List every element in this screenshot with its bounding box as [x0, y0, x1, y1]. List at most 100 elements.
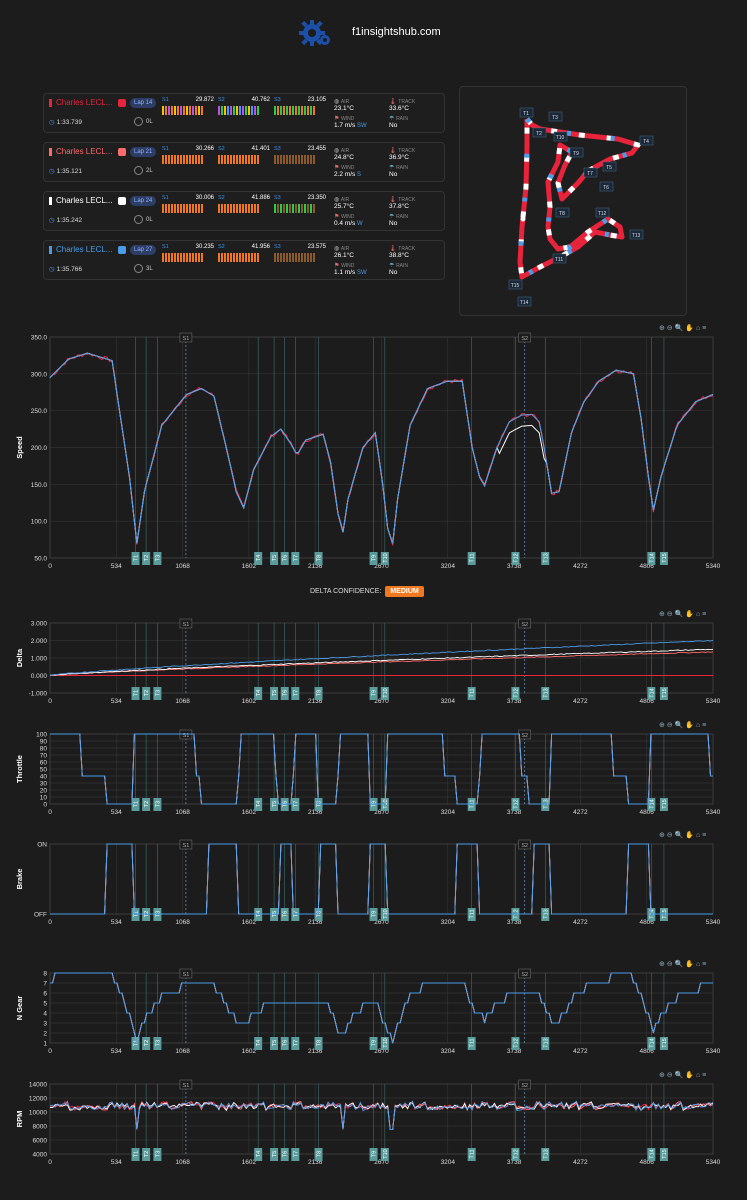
chart-toolbar[interactable]: ⊕ ⊖ 🔍 ✋ ⌂ ≡	[659, 323, 706, 332]
x-tick-label: 3204	[441, 563, 456, 570]
sector-label: S2	[521, 622, 528, 628]
corner-badge-label: T7	[293, 690, 299, 696]
x-tick-label: 4806	[639, 919, 654, 926]
chart-panel-throttle: 0102030405060708090100 0 534 1068 1602 2136 26…	[15, 720, 721, 816]
corner-badge	[153, 1148, 162, 1161]
delta-confidence-label: DELTA CONFIDENCE:	[310, 588, 382, 595]
corner-badge	[314, 1148, 323, 1161]
x-tick-label: 534	[111, 919, 122, 926]
corner-badge	[280, 1037, 289, 1050]
lap-card[interactable]: Charles LECL... Lap 14 ◷ 1:33.739 0L S1 2…	[43, 93, 445, 133]
corner-badge-label: T7	[293, 1151, 299, 1157]
corner-badge	[314, 552, 323, 565]
corner-badge	[467, 687, 476, 700]
chart-toolbar[interactable]: ⊕ ⊖ 🔍 ✋ ⌂ ≡	[659, 830, 706, 839]
y-tick-label: 60	[40, 760, 48, 767]
corner-badge	[380, 908, 389, 921]
lap-time: ◷ 1:35.766	[49, 266, 82, 273]
x-tick-label: 534	[111, 1048, 122, 1055]
corner-badge-label: T10	[383, 1149, 389, 1158]
x-tick-label: 534	[111, 563, 122, 570]
corner-badge	[291, 1148, 300, 1161]
corner-badge	[541, 552, 550, 565]
x-tick-label: 4272	[573, 698, 588, 705]
y-tick-label: 6	[43, 991, 47, 998]
corner-badge-label: T5	[272, 1151, 278, 1157]
chart-toolbar[interactable]: ⊕ ⊖ 🔍 ✋ ⌂ ≡	[659, 1070, 706, 1079]
x-tick-label: 5340	[706, 1159, 721, 1166]
x-tick-label: 4272	[573, 563, 588, 570]
y-tick-label: 3.000	[31, 621, 48, 628]
y-tick-label: 8	[43, 971, 47, 978]
chart-toolbar[interactable]: ⊕ ⊖ 🔍 ✋ ⌂ ≡	[659, 720, 706, 729]
lap-card[interactable]: Charles LECL... Lap 24 ◷ 1:35.242 0L S1 3…	[43, 191, 445, 231]
corner-badge-label: T12	[513, 688, 519, 697]
x-tick-label: 3738	[507, 563, 522, 570]
lap-badge[interactable]: Lap 21	[130, 147, 157, 157]
lap-badge[interactable]: Lap 27	[130, 245, 157, 255]
corner-badge	[511, 798, 520, 811]
corner-badge-label: T15	[662, 909, 668, 918]
weather-panel: ◍ AIR 26.1°C 🌡 TRACK 38.8°C ⚑ WIND 1.1 m/s …	[334, 246, 416, 276]
y-tick-label: 1	[43, 1041, 47, 1048]
sector-badge	[179, 332, 193, 343]
corner-badge-label: T4	[256, 911, 262, 917]
corner-badge	[131, 908, 140, 921]
corner-badge-label: T5	[272, 911, 278, 917]
driver-name: Charles LECL...	[49, 196, 112, 205]
corner-badge-label: T1	[134, 690, 140, 696]
site-name[interactable]: f1insightshub.com	[352, 26, 441, 38]
corner-badge	[647, 687, 656, 700]
corner-badge-label: T6	[283, 911, 289, 917]
minisector-bar	[274, 204, 315, 214]
corner-badge	[131, 552, 140, 565]
x-tick-label: 3204	[441, 1159, 456, 1166]
corner-badge-label: T3	[155, 690, 161, 696]
corner-badge	[142, 1148, 151, 1161]
x-tick-label: 4272	[573, 809, 588, 816]
driver-color-swatch[interactable]	[118, 99, 126, 107]
lap-badge[interactable]: Lap 14	[130, 98, 157, 108]
y-tick-label: ON	[37, 842, 47, 849]
plot-frame	[49, 336, 714, 559]
lap-badge[interactable]: Lap 24	[130, 196, 157, 206]
corner-badge-label: T5	[272, 555, 278, 561]
driver-color-swatch[interactable]	[118, 197, 126, 205]
corner-badge	[131, 687, 140, 700]
lap-card[interactable]: Charles LECL... Lap 27 ◷ 1:35.766 3L S1 3…	[43, 240, 445, 280]
corner-badge	[380, 1148, 389, 1161]
corner-badge-label: T14	[649, 799, 655, 808]
y-tick-label: 7	[43, 981, 47, 988]
corner-badge-label: T6	[283, 690, 289, 696]
corner-badge	[659, 552, 668, 565]
tyre-icon	[134, 264, 143, 273]
turn-label: T2	[536, 131, 542, 137]
y-tick-label: 30	[40, 781, 48, 788]
series-line-3	[49, 1100, 714, 1130]
series-line-1	[49, 1100, 714, 1130]
series-line-4	[50, 972, 713, 1044]
y-tick-label: 70	[40, 753, 48, 760]
corner-badge	[280, 1148, 289, 1161]
y-axis-label: N Gear	[15, 996, 24, 1021]
lap-card[interactable]: Charles LECL... Lap 21 ◷ 1:35.121 2L S1 3…	[43, 142, 445, 182]
series-line-4	[49, 1100, 714, 1130]
x-tick-label: 3738	[507, 919, 522, 926]
driver-color-swatch[interactable]	[118, 246, 126, 254]
turn-label: T4	[643, 139, 649, 145]
minisector-bar	[218, 155, 259, 165]
driver-color-swatch[interactable]	[118, 148, 126, 156]
x-tick-label: 1068	[175, 563, 190, 570]
x-tick-label: 3204	[441, 698, 456, 705]
sector-badge	[518, 1079, 531, 1090]
corner-badge	[291, 1037, 300, 1050]
tyre-icon	[134, 166, 143, 175]
corner-badge-label: T15	[662, 1149, 668, 1158]
sector-badge	[518, 729, 531, 740]
chart-toolbar[interactable]: ⊕ ⊖ 🔍 ✋ ⌂ ≡	[659, 609, 706, 618]
minisector-bar	[274, 106, 315, 116]
chart-toolbar[interactable]: ⊕ ⊖ 🔍 ✋ ⌂ ≡	[659, 959, 706, 968]
series-line-3	[49, 648, 714, 676]
corner-badge-label: T10	[383, 909, 389, 918]
y-tick-label: 10000	[29, 1110, 47, 1117]
